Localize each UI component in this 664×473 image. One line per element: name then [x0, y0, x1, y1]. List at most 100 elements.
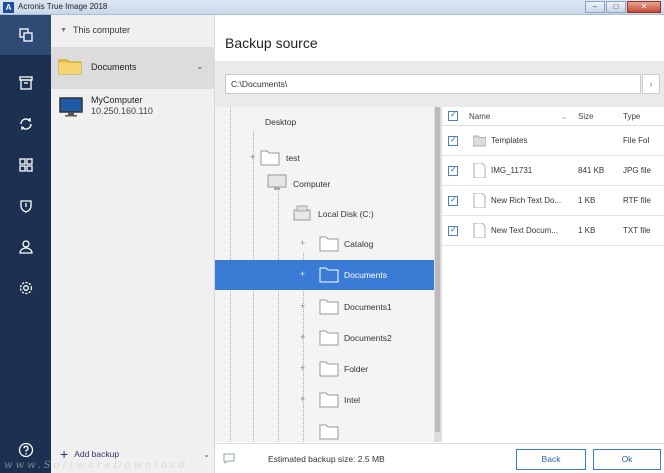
back-button[interactable]: Back [516, 449, 586, 470]
file-list-header: Name ⌄ Size Type [442, 107, 664, 126]
chevron-down-icon[interactable]: ⌄ [196, 61, 204, 72]
settings-nav-button[interactable] [0, 268, 51, 308]
add-backup-label: Add backup [74, 449, 120, 459]
dashboard-nav-button[interactable] [0, 145, 51, 185]
account-nav-button[interactable] [0, 227, 51, 267]
tree-item-label: Desktop [265, 117, 297, 127]
tree-item-folder[interactable]: + Folder [215, 354, 437, 384]
path-bar: C:\Documents\ › [215, 61, 664, 107]
footer-bar: Estimated backup size: 2.5 MB Back Ok [215, 443, 664, 473]
close-button[interactable]: ✕ [627, 1, 661, 13]
monitor-icon [59, 97, 83, 117]
plus-icon: + [60, 446, 69, 462]
file-row[interactable]: IMG_11731 841 KB JPG file [442, 156, 664, 186]
tree-item-label: Computer [293, 179, 331, 189]
file-icon [473, 223, 486, 238]
tree-item-catalog[interactable]: + Catalog [215, 229, 437, 259]
file-type: JPG file [623, 166, 652, 175]
file-type: RTF file [623, 196, 651, 205]
folder-icon [319, 236, 339, 252]
select-all-checkbox[interactable] [448, 110, 458, 121]
tree-item-documents1[interactable]: + Documents1 [215, 292, 437, 322]
help-icon [18, 442, 33, 458]
tree-item-local-disk[interactable]: Local Disk (C:) [215, 199, 437, 229]
minimize-button[interactable]: – [585, 1, 605, 13]
folder-icon [319, 392, 339, 408]
ok-button[interactable]: Ok [593, 449, 661, 470]
maximize-button[interactable]: □ [606, 1, 626, 13]
column-size[interactable]: Size [578, 112, 594, 121]
sync-nav-button[interactable] [0, 104, 51, 144]
folder-icon [260, 150, 280, 166]
add-backup-button[interactable]: + Add backup ⌄ [60, 446, 210, 462]
file-row[interactable]: New Text Docum... 1 KB TXT file [442, 216, 664, 246]
file-icon [473, 163, 486, 178]
comment-icon [223, 453, 235, 464]
column-type[interactable]: Type [623, 112, 640, 121]
dashboard-icon [18, 158, 33, 172]
row-checkbox[interactable] [448, 195, 458, 206]
folder-icon [473, 135, 486, 147]
hard-drive-icon [293, 205, 311, 221]
tree-item-label: test [286, 153, 300, 163]
expand-icon[interactable]: + [250, 152, 255, 162]
expand-icon[interactable]: + [300, 332, 305, 342]
page-title: Backup source [225, 35, 318, 51]
backup-item-documents[interactable]: Documents ⌄ [51, 47, 215, 89]
tree-item-computer[interactable]: Computer [215, 169, 437, 199]
tree-item-label: Documents1 [344, 302, 392, 312]
tree-item-documents2[interactable]: + Documents2 [215, 323, 437, 353]
tree-item-partial[interactable] [215, 417, 437, 442]
tree-item-label: Intel [344, 395, 361, 405]
scrollbar-thumb[interactable] [435, 107, 440, 432]
path-go-button[interactable]: › [642, 74, 660, 94]
tree-item-label: Local Disk (C:) [318, 209, 374, 219]
account-icon [18, 240, 33, 254]
source-computer[interactable]: MyComputer 10.250.160.110 [51, 89, 215, 129]
copy-icon [18, 28, 33, 42]
tree-item-label: Documents2 [344, 333, 392, 343]
tree-scrollbar[interactable] [434, 107, 441, 442]
tree-item-label: Documents [344, 270, 387, 280]
expand-icon[interactable]: + [300, 238, 305, 248]
backup-nav-button[interactable] [0, 15, 51, 55]
expand-icon[interactable]: + [300, 394, 305, 404]
folder-icon [319, 330, 339, 346]
acronis-logo-icon: A [3, 2, 14, 13]
window-title: Acronis True Image 2018 [18, 2, 108, 11]
estimated-size: Estimated backup size: 2.5 MB [268, 454, 385, 464]
row-checkbox[interactable] [448, 225, 458, 236]
row-checkbox[interactable] [448, 165, 458, 176]
backup-list-pane: ▼ This computer Documents ⌄ MyComputer 1… [51, 15, 215, 473]
column-name[interactable]: Name [469, 112, 490, 121]
tree-item-desktop[interactable]: Desktop [215, 107, 437, 137]
title-bar: A Acronis True Image 2018 – □ ✕ [0, 0, 664, 15]
file-name: New Rich Text Do... [491, 196, 562, 205]
file-name: IMG_11731 [491, 166, 533, 175]
sync-icon [19, 118, 32, 130]
file-name: Templates [491, 136, 528, 145]
archive-icon [18, 76, 33, 90]
folder-icon [58, 59, 82, 75]
file-row[interactable]: Templates File Fol [442, 126, 664, 156]
file-row[interactable]: New Rich Text Do... 1 KB RTF file [442, 186, 664, 216]
archive-nav-button[interactable] [0, 63, 51, 103]
this-computer-group[interactable]: ▼ This computer [60, 25, 130, 35]
expand-icon[interactable]: + [300, 301, 305, 311]
settings-icon [19, 281, 32, 295]
tree-item-label: Catalog [344, 239, 374, 249]
navigation-rail [0, 15, 51, 473]
expand-icon[interactable]: + [300, 269, 305, 279]
watermark: www.SoftwareDownload [4, 460, 189, 471]
protection-nav-button[interactable] [0, 186, 51, 226]
tree-item-intel[interactable]: + Intel [215, 385, 437, 415]
path-input[interactable]: C:\Documents\ [225, 74, 641, 94]
tree-item-label: Folder [344, 364, 369, 374]
folder-icon [319, 424, 339, 440]
row-checkbox[interactable] [448, 135, 458, 146]
backup-source-panel: Backup source C:\Documents\ › Desktop + … [215, 15, 664, 473]
expand-icon[interactable]: + [300, 363, 305, 373]
chevron-down-icon[interactable]: ⌄ [203, 450, 210, 459]
tree-item-documents[interactable]: + Documents [215, 260, 437, 290]
file-size: 1 KB [578, 196, 596, 205]
